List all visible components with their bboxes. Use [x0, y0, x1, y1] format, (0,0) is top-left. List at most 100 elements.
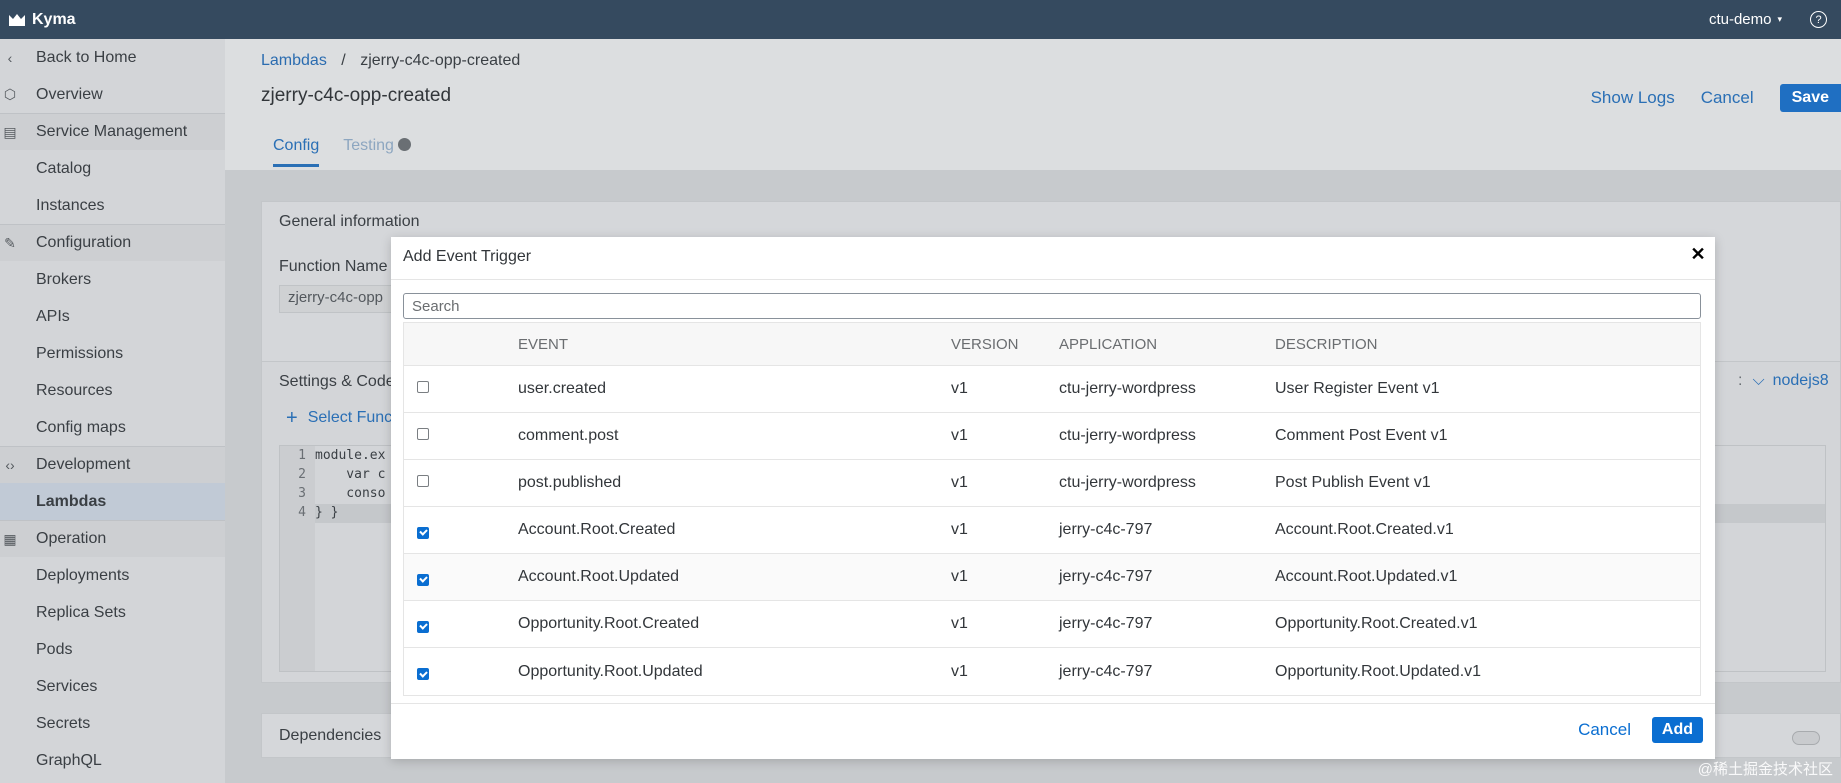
sidebar-item-label: Permissions	[36, 344, 124, 362]
breadcrumb-link-lambdas[interactable]: Lambdas	[261, 52, 327, 69]
dialog-footer: Cancel Add	[391, 703, 1715, 759]
add-event-trigger-dialog: Add Event Trigger ✕ EVENT VERSION APPLIC…	[391, 237, 1715, 759]
table-row[interactable]: Opportunity.Root.Created v1 jerry-c4c-797 O…	[404, 601, 1700, 648]
select-cell	[404, 615, 518, 633]
close-icon[interactable]: ✕	[1689, 245, 1707, 263]
cell-description: Comment Post Event v1	[1275, 427, 1448, 444]
column-header-application: APPLICATION	[1059, 335, 1158, 353]
row-checkbox[interactable]	[417, 620, 429, 633]
cell-event: Account.Root.Updated	[518, 568, 679, 585]
dependencies-toggle[interactable]	[1792, 731, 1820, 745]
help-icon[interactable]: ?	[1810, 11, 1827, 28]
sidebar-item-pods[interactable]: Pods	[0, 631, 225, 668]
sidebar-item-label: Development	[36, 456, 131, 473]
row-checkbox[interactable]	[417, 428, 429, 440]
dialog-header: Add Event Trigger ✕	[391, 237, 1715, 280]
chevron-down-icon: ⌵	[1752, 372, 1765, 389]
sidebar-item-lambdas[interactable]: Lambdas	[0, 483, 225, 520]
column-header-description: DESCRIPTION	[1275, 335, 1378, 353]
row-checkbox[interactable]	[417, 573, 429, 586]
save-button[interactable]: Save	[1779, 84, 1841, 112]
row-checkbox[interactable]	[417, 381, 429, 393]
show-logs-button[interactable]: Show Logs	[1591, 88, 1675, 108]
sidebar: ‹ Back to Home ⬡ Overview ▤ Service Managemen…	[0, 39, 225, 783]
cell-description: User Register Event v1	[1275, 380, 1440, 397]
events-table: EVENT VERSION APPLICATION DESCRIPTION us…	[403, 322, 1701, 696]
search-input[interactable]	[403, 293, 1701, 319]
sidebar-item-brokers[interactable]: Brokers	[0, 261, 225, 298]
sidebar-item-development[interactable]: ‹› Development	[0, 446, 225, 483]
runtime-select[interactable]: : ⌵ nodejs8	[1738, 372, 1829, 390]
dialog-cancel-button[interactable]: Cancel	[1578, 720, 1631, 740]
code-line: 1 module.ex	[280, 448, 385, 467]
sidebar-item-label: Catalog	[36, 159, 92, 177]
cell-description: Opportunity.Root.Updated.v1	[1275, 662, 1482, 680]
overview-icon: ⬡	[3, 86, 17, 102]
brand-name: Kyma	[32, 10, 76, 28]
sidebar-item-catalog[interactable]: Catalog	[0, 150, 225, 187]
select-cell	[404, 380, 518, 398]
row-checkbox[interactable]	[417, 526, 429, 539]
tab-config[interactable]: Config	[273, 137, 320, 167]
cell-event: Opportunity.Root.Updated	[518, 662, 703, 680]
line-number: 4	[298, 505, 306, 520]
sidebar-item-resources[interactable]: Resources	[0, 372, 225, 409]
sidebar-item-replica-sets[interactable]: Replica Sets	[0, 594, 225, 631]
cell-version: v1	[951, 521, 968, 538]
cell-version: v1	[951, 615, 968, 632]
sidebar-item-config-maps[interactable]: Config maps	[0, 409, 225, 446]
kyma-logo-icon	[9, 13, 25, 26]
sidebar-item-secrets[interactable]: Secrets	[0, 705, 225, 742]
cell-version: v1	[951, 474, 968, 491]
runtime-value: nodejs8	[1772, 372, 1829, 389]
tab-testing[interactable]: Testing	[343, 137, 411, 167]
code-line: 3 conso	[280, 486, 385, 505]
sidebar-item-instances[interactable]: Instances	[0, 187, 225, 224]
sidebar-item-label: Operation	[36, 530, 107, 547]
operation-icon: ▦	[3, 530, 17, 547]
brand[interactable]: Kyma	[8, 11, 76, 29]
cell-event: comment.post	[518, 427, 619, 444]
table-row[interactable]: Opportunity.Root.Updated v1 jerry-c4c-797 O…	[404, 648, 1700, 695]
select-cell	[404, 427, 518, 445]
breadcrumb: Lambdas / zjerry-c4c-opp-created	[261, 52, 520, 70]
sidebar-item-permissions[interactable]: Permissions	[0, 335, 225, 372]
line-number: 3	[298, 486, 306, 501]
namespace-dropdown[interactable]: ctu-demo	[1709, 11, 1772, 28]
sidebar-item-label: Configuration	[36, 234, 132, 251]
dialog-add-button[interactable]: Add	[1651, 717, 1703, 743]
table-row[interactable]: Account.Root.Updated v1 jerry-c4c-797 Accou…	[404, 554, 1700, 601]
table-header-row: EVENT VERSION APPLICATION DESCRIPTION	[404, 323, 1700, 366]
row-checkbox[interactable]	[417, 668, 429, 680]
table-row[interactable]: post.published v1 ctu-jerry-wordpress Post …	[404, 460, 1700, 507]
sidebar-item-graphql[interactable]: GraphQL	[0, 742, 225, 779]
sidebar-item-configuration[interactable]: ✎ Configuration	[0, 224, 225, 261]
shell-bar: Kyma ctu-demo ▾ ?	[0, 0, 1841, 39]
table-row[interactable]: user.created v1 ctu-jerry-wordpress User Re…	[404, 366, 1700, 413]
code-line: 2 var c	[280, 467, 385, 486]
sidebar-item-label: Back to Home	[36, 48, 137, 66]
function-name-input[interactable]: zjerry-c4c-opp	[279, 285, 399, 313]
sidebar-item-apis[interactable]: APIs	[0, 298, 225, 335]
sidebar-item-services[interactable]: Services	[0, 668, 225, 705]
sidebar-item-service-management[interactable]: ▤ Service Management	[0, 113, 225, 150]
select-function-button[interactable]: + Select Func	[286, 407, 392, 430]
code-text: conso	[315, 486, 386, 501]
code-text: module.ex	[315, 448, 386, 463]
cell-event: post.published	[518, 474, 622, 491]
breadcrumb-separator: /	[341, 52, 346, 69]
cell-description: Post Publish Event v1	[1275, 474, 1431, 491]
cancel-button[interactable]: Cancel	[1701, 88, 1754, 108]
sidebar-item-back-to-home[interactable]: ‹ Back to Home	[0, 39, 225, 76]
add-icon: +	[286, 407, 298, 429]
function-name-label: Function Name	[279, 258, 388, 275]
sidebar-item-deployments[interactable]: Deployments	[0, 557, 225, 594]
sidebar-item-overview[interactable]: ⬡ Overview	[0, 76, 225, 113]
select-function-label: Select Func	[307, 409, 393, 426]
table-row[interactable]: comment.post v1 ctu-jerry-wordpress Comment…	[404, 413, 1700, 460]
table-row[interactable]: Account.Root.Created v1 jerry-c4c-797 Accou…	[404, 507, 1700, 554]
code-text: } }	[315, 505, 339, 520]
sidebar-item-operation[interactable]: ▦ Operation	[0, 520, 225, 557]
caret-down-icon[interactable]: ▾	[1777, 14, 1782, 25]
row-checkbox[interactable]	[417, 475, 429, 487]
